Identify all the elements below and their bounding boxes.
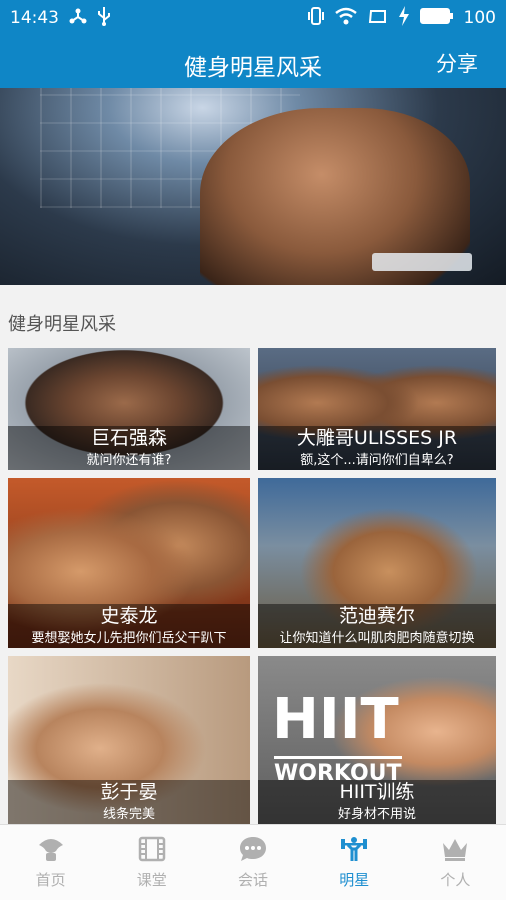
- signal-box-icon: [368, 7, 388, 30]
- weightlifter-icon: [341, 837, 368, 861]
- star-name: 大雕哥ULISSES JR: [296, 427, 458, 449]
- charging-icon: [398, 5, 410, 31]
- wifi-icon: [334, 7, 358, 30]
- star-name: 巨石强森: [90, 427, 167, 449]
- status-time: 14:43: [10, 8, 59, 28]
- star-desc: 好身材不用说: [337, 807, 416, 822]
- star-desc: 要想娶她女儿先把你们岳父干趴下: [31, 631, 227, 646]
- vibrate-icon: [307, 6, 324, 31]
- film-icon: [138, 836, 166, 862]
- star-desc: 让你知道什么叫肌肉肥肉随意切换: [279, 631, 475, 646]
- star-name: 史泰龙: [100, 605, 158, 627]
- crown-icon: [443, 839, 468, 861]
- status-bar: 14:43 100: [0, 0, 506, 36]
- battery-icon: [419, 7, 454, 30]
- star-card[interactable]: 彭于晏 线条完美: [8, 656, 250, 824]
- section-title: 健身明星风采: [8, 314, 116, 335]
- star-desc: 额,这个...请问你们自卑么?: [300, 453, 454, 468]
- star-name: 范迪赛尔: [338, 605, 415, 627]
- home-icon: [38, 839, 63, 861]
- star-desc: 线条完美: [102, 807, 155, 822]
- usb-icon: [97, 6, 111, 31]
- star-name: 彭于晏: [100, 781, 158, 803]
- star-card[interactable]: 巨石强森 就问你还有谁?: [8, 348, 250, 470]
- tab-label: 个人: [440, 871, 471, 889]
- star-card[interactable]: 史泰龙 要想娶她女儿先把你们岳父干趴下: [8, 478, 250, 648]
- tab-label: 明星: [339, 871, 370, 889]
- share-button[interactable]: 分享: [436, 48, 478, 78]
- tab-profile[interactable]: 个人: [405, 825, 506, 900]
- star-card[interactable]: 范迪赛尔 让你知道什么叫肌肉肥肉随意切换: [258, 478, 496, 648]
- chat-icon: [240, 837, 266, 861]
- star-name: HIIT训练: [339, 781, 415, 803]
- tab-chat[interactable]: 会话: [202, 825, 303, 900]
- page-title: 健身明星风采: [184, 55, 322, 81]
- tab-label: 会话: [238, 871, 269, 889]
- bottom-tab-bar: 首页 课堂 会话 明星 个人: [0, 824, 506, 900]
- tab-label: 首页: [35, 871, 66, 889]
- battery-level: 100: [463, 8, 496, 28]
- tab-label: 课堂: [136, 871, 167, 889]
- tab-class[interactable]: 课堂: [101, 825, 202, 900]
- usb-share-icon: [69, 7, 87, 30]
- app-bar: 健身明星风采 分享: [0, 36, 506, 88]
- star-desc: 就问你还有谁?: [86, 453, 172, 468]
- tab-stars[interactable]: 明星: [304, 825, 405, 900]
- star-card[interactable]: HIIT WORKOUT HIIT训练 好身材不用说: [258, 656, 496, 824]
- hiit-poster-title: HIIT: [272, 687, 399, 752]
- hero-banner[interactable]: [0, 88, 506, 285]
- star-card[interactable]: 大雕哥ULISSES JR 额,这个...请问你们自卑么?: [258, 348, 496, 470]
- watermark-logo: [372, 253, 472, 271]
- tab-home[interactable]: 首页: [0, 825, 101, 900]
